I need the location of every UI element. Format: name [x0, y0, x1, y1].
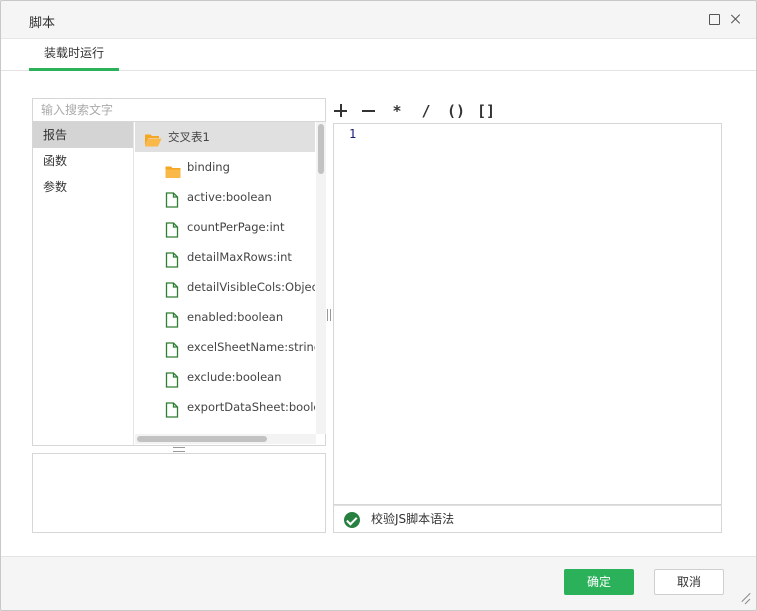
tree-horizontal-scrollbar[interactable]: [135, 434, 316, 444]
tree-node-label: detailVisibleCols:Object: [187, 280, 315, 294]
check-circle-icon: [344, 512, 360, 528]
tree-node[interactable]: active:boolean: [135, 182, 315, 212]
ok-button[interactable]: 确定: [564, 569, 634, 595]
dialog-title: 脚本: [29, 16, 56, 31]
dialog-titlebar: 脚本: [1, 1, 756, 39]
plus-operator-button[interactable]: [333, 100, 351, 122]
operator-toolbar: * / () []: [333, 100, 533, 122]
tree-vertical-scrollbar[interactable]: [316, 122, 326, 434]
scrollbar-thumb[interactable]: [318, 124, 324, 174]
browser-panel: 报告 函数 参数 交叉表1 binding active:boolean count…: [32, 122, 326, 446]
tree-node-root[interactable]: 交叉表1: [135, 122, 315, 152]
tree-node[interactable]: exclude:boolean: [135, 362, 315, 392]
tree-node[interactable]: countPerPage:int: [135, 212, 315, 242]
tree-node-label: detailMaxRows:int: [187, 250, 292, 264]
close-icon[interactable]: [728, 10, 744, 28]
tree-node[interactable]: detailVisibleCols:Object: [135, 272, 315, 302]
category-item-report[interactable]: 报告: [33, 122, 133, 148]
file-icon: [165, 399, 179, 429]
horizontal-splitter-handle[interactable]: [173, 447, 185, 452]
tab-run-on-load[interactable]: 装载时运行: [29, 39, 119, 71]
tree-node-label: binding: [187, 160, 230, 174]
dialog-content: 报告 函数 参数 交叉表1 binding active:boolean count…: [1, 72, 756, 556]
parentheses-operator-button[interactable]: (): [444, 100, 468, 122]
line-number: 1: [349, 127, 357, 141]
tab-bar: 装载时运行: [1, 39, 756, 71]
tree-node-label: active:boolean: [187, 190, 272, 204]
multiply-operator-button[interactable]: *: [388, 100, 406, 122]
tree-node[interactable]: exportDataSheet:boolean: [135, 392, 315, 422]
category-item-functions[interactable]: 函数: [33, 148, 133, 174]
tree-node-label: excelSheetName:string: [187, 340, 315, 354]
dialog-footer: 确定 取消: [1, 556, 756, 610]
object-tree: 交叉表1 binding active:boolean countPerPage:i…: [135, 122, 315, 434]
category-list: 报告 函数 参数: [33, 122, 134, 445]
minus-operator-button[interactable]: [361, 100, 379, 122]
divide-operator-button[interactable]: /: [417, 100, 435, 122]
tree-node-label: 交叉表1: [168, 130, 210, 144]
verify-syntax-label: 校验JS脚本语法: [371, 512, 455, 526]
description-panel: [32, 453, 326, 533]
vertical-splitter-handle[interactable]: [327, 309, 331, 321]
tree-node-label: exclude:boolean: [187, 370, 282, 384]
brackets-operator-button[interactable]: []: [474, 100, 498, 122]
cancel-button[interactable]: 取消: [654, 569, 724, 595]
search-box: [32, 98, 326, 122]
tree-node[interactable]: excelSheetName:string: [135, 332, 315, 362]
tree-node[interactable]: enabled:boolean: [135, 302, 315, 332]
search-input[interactable]: [33, 99, 325, 121]
tree-node-label: countPerPage:int: [187, 220, 285, 234]
tree-node[interactable]: binding: [135, 152, 315, 182]
tree-node-label: enabled:boolean: [187, 310, 284, 324]
category-item-parameters[interactable]: 参数: [33, 174, 133, 200]
script-dialog: 脚本 装载时运行 报告 函数 参数: [0, 0, 757, 611]
tree-node-label: exportDataSheet:boolean: [187, 400, 315, 414]
maximize-icon[interactable]: [709, 14, 720, 25]
script-editor[interactable]: 1: [333, 123, 722, 505]
resize-grip-icon[interactable]: [738, 592, 752, 606]
tree-node[interactable]: detailMaxRows:int: [135, 242, 315, 272]
verify-bar[interactable]: 校验JS脚本语法: [333, 505, 722, 533]
scrollbar-thumb[interactable]: [137, 436, 267, 442]
